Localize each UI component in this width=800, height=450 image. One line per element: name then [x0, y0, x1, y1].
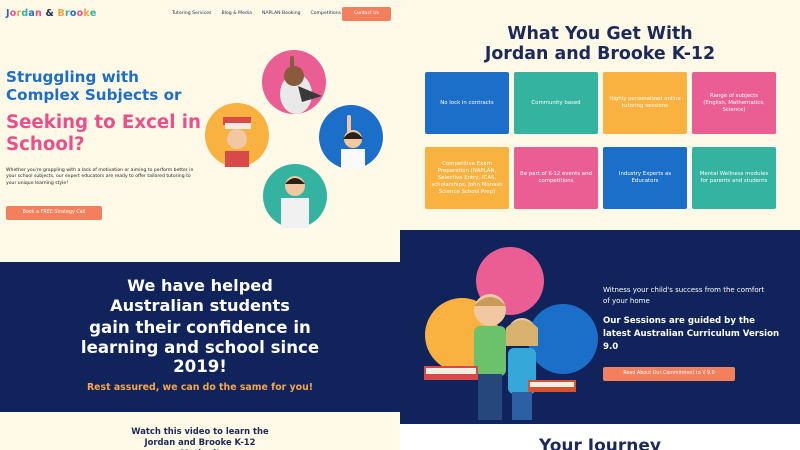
hero-photo-teal-circle: [263, 164, 327, 228]
benefit-tile: Mental Wellness modules for parents and …: [692, 147, 776, 209]
logo-letter: n: [35, 8, 42, 19]
benefits-title-line2: Jordan and Brooke K-12: [484, 44, 716, 64]
witness-success-text: Witness your child's success from the co…: [603, 286, 765, 305]
video-intro-section: Watch this video to learn the Jordan and…: [0, 412, 400, 450]
logo-letter: o: [9, 8, 17, 19]
child-raising-hand-image: [341, 115, 365, 169]
benefit-tile: Competitive Exam Preparation (NAPLAN, Se…: [425, 147, 509, 209]
journey-section: Your Journey: [400, 424, 800, 450]
nav-tutoring-services[interactable]: Tutoring Services: [172, 11, 211, 16]
benefit-tile: Range of subjects (English, Mathematics,…: [692, 72, 776, 134]
watch-video-text: Watch this video to learn the Jordan and…: [131, 426, 269, 450]
logo-letter: &: [45, 8, 54, 19]
hero-paragraph: Whether you're grappling with a lack of …: [6, 168, 194, 186]
curriculum-heading: Our Sessions are guided by the latest Au…: [603, 316, 780, 352]
benefits-title: What You Get With Jordan and Brooke K-12: [400, 24, 800, 64]
logo-letter: B: [57, 8, 65, 19]
helped-heading-line2: gain their confidence in learning and sc…: [80, 318, 320, 376]
benefits-title-line1: What You Get With: [507, 24, 693, 44]
benefit-tile: Community based: [514, 72, 598, 134]
hero-photo-blue-circle: [319, 105, 383, 169]
nav-links: Tutoring Services Blog & Media NAPLAN Bo…: [172, 11, 341, 16]
site-logo[interactable]: Jordan & Brooke: [6, 8, 97, 19]
curriculum-section: Witness your child's success from the co…: [400, 230, 800, 424]
logo-letter: d: [21, 8, 29, 19]
benefits-section: What You Get With Jordan and Brooke K-12…: [400, 0, 800, 230]
contact-us-button[interactable]: Contact Us: [342, 7, 391, 21]
kids-reading-image: [424, 294, 576, 420]
logo-letter: o: [76, 8, 84, 19]
benefit-tile: No lock in contracts: [425, 72, 509, 134]
benefit-tile: Industry Experts as Educators: [603, 147, 687, 209]
nav-blog-media[interactable]: Blog & Media: [221, 11, 251, 16]
book-strategy-call-button[interactable]: Book a FREE Strategy Call: [6, 206, 102, 220]
helped-heading-line1: We have helped Australian students: [110, 276, 290, 315]
hero-photo-yellow-circle: [205, 103, 269, 167]
logo-letter: e: [89, 8, 97, 19]
child-with-books-image: [223, 117, 251, 167]
nav-naplan-booking[interactable]: NAPLAN Booking: [262, 11, 301, 16]
helped-section: We have helped Australian students gain …: [0, 262, 400, 412]
hero-section: Jordan & Brooke Tutoring Services Blog &…: [0, 0, 400, 262]
benefit-tile: Highly personalized online tutoring sess…: [603, 72, 687, 134]
top-nav: Jordan & Brooke Tutoring Services Blog &…: [0, 0, 400, 30]
logo-letter: a: [28, 8, 36, 19]
journey-title: Your Journey: [538, 436, 662, 450]
rest-assured-text: Rest assured, we can do the same for you…: [86, 382, 314, 393]
logo-letter: o: [69, 8, 77, 19]
child-with-plane-image: [280, 56, 322, 114]
hero-photo-pink-circle: [262, 50, 326, 114]
hero-heading-blue: Struggling with Complex Subjects or: [6, 68, 182, 104]
hero-heading-pink: Seeking to Excel in School?: [6, 112, 201, 155]
benefit-tile: Be part of K-12 events and competitions: [514, 147, 598, 209]
nav-competitions[interactable]: Competitions: [311, 11, 342, 16]
child-thumbs-up-image: [281, 176, 309, 228]
read-commitment-button[interactable]: Read About Our Commitment to V 9.0: [603, 367, 735, 381]
